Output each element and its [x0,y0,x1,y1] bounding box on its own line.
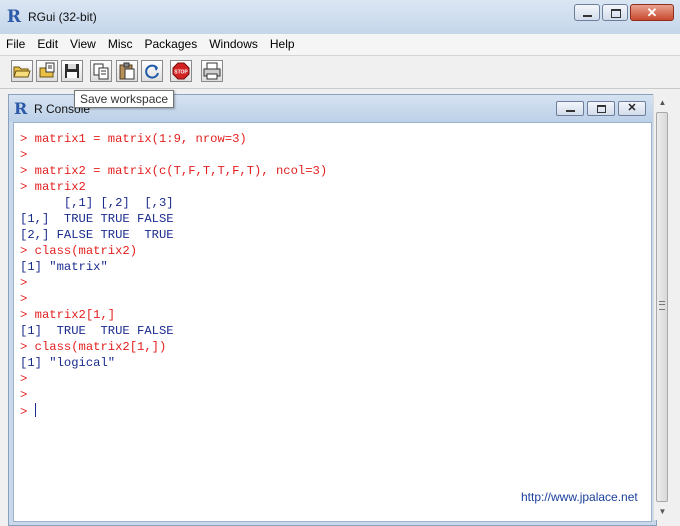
console-window: R R Console ✕ > matrix1 = matrix(1:9, nr… [8,94,657,526]
console-input-line: > [20,403,36,419]
console-input-line: > matrix2 = matrix(c(T,F,T,T,F,T), ncol=… [20,164,328,178]
floppy-disk-icon [65,64,79,78]
stop-button[interactable]: STOP [170,60,192,82]
console-output-line: [2,] FALSE TRUE TRUE [20,228,174,242]
close-button[interactable]: ✕ [630,4,674,21]
maximize-icon [611,9,621,18]
console-maximize-button[interactable] [587,101,615,116]
menu-windows[interactable]: Windows [203,34,264,55]
scroll-up-arrow-icon[interactable]: ▲ [654,94,671,111]
console-text: > matrix1 = matrix(1:9, nrow=3) > > matrix… [20,131,635,419]
open-folder-icon [13,66,31,78]
window-controls: ✕ [572,4,674,21]
stop-icon: STOP [172,62,190,80]
text-cursor [34,403,36,417]
console-output-line: [,1] [,2] [,3] [20,196,174,210]
menu-misc[interactable]: Misc [102,34,139,55]
copy-icon [93,63,109,80]
save-workspace-button[interactable] [61,60,83,82]
close-icon: ✕ [627,102,637,114]
printer-icon [203,62,221,80]
console-output-area[interactable]: > matrix1 = matrix(1:9, nrow=3) > > matrix… [13,122,652,522]
copy-button[interactable] [90,60,112,82]
console-input-line: > [20,276,28,290]
console-output-line: [1] "matrix" [20,260,108,274]
console-input-line: > matrix2 [20,180,86,194]
console-output-line: [1,] TRUE TRUE FALSE [20,212,174,226]
console-output-line: [1] "logical" [20,356,116,370]
close-icon: ✕ [646,5,658,20]
grip-icon [659,301,665,310]
stop-label: STOP [174,70,188,76]
console-input-line: > [20,372,28,386]
load-workspace-button[interactable] [36,60,58,82]
minimize-icon [583,15,592,17]
copy-paste-button[interactable] [141,60,163,82]
console-window-controls: ✕ [553,101,646,116]
open-script-button[interactable] [11,60,33,82]
load-workspace-icon [39,62,55,78]
r-logo-icon: R [14,99,28,118]
console-input-line: > [20,148,28,162]
console-input-line: > matrix1 = matrix(1:9, nrow=3) [20,132,247,146]
tooltip: Save workspace [74,90,175,108]
paste-button[interactable] [116,60,138,82]
maximize-button[interactable] [602,4,628,21]
refresh-icon [145,64,159,79]
app-title: RGui (32-bit) [28,10,97,24]
r-logo-icon: R [6,7,22,27]
scroll-thumb[interactable] [656,112,668,502]
paste-icon [119,62,135,80]
console-minimize-button[interactable] [556,101,584,116]
console-input-line: > class(matrix2[1,]) [20,340,167,354]
scroll-down-arrow-icon[interactable]: ▼ [654,503,671,520]
minimize-button[interactable] [574,4,600,21]
console-output-line: [1] TRUE TRUE FALSE [20,324,174,338]
console-input-line: > class(matrix2) [20,244,138,258]
menu-packages[interactable]: Packages [139,34,204,55]
menu-file[interactable]: File [0,34,31,55]
console-input-line: > [20,292,28,306]
maximize-icon [597,105,606,113]
minimize-icon [566,110,575,112]
menu-view[interactable]: View [64,34,102,55]
vertical-scrollbar[interactable]: ▲ ▼ [653,94,671,520]
toolbar: STOP [0,56,680,89]
menu-bar: File Edit View Misc Packages Windows Hel… [0,34,680,56]
app-titlebar[interactable]: R RGui (32-bit) ✕ [0,0,680,35]
print-button[interactable] [201,60,223,82]
console-close-button[interactable]: ✕ [618,101,646,116]
menu-edit[interactable]: Edit [31,34,64,55]
watermark-url: http://www.jpalace.net [521,490,638,504]
console-input-line: > [20,388,28,402]
console-input-line: > matrix2[1,] [20,308,116,322]
menu-help[interactable]: Help [264,34,301,55]
